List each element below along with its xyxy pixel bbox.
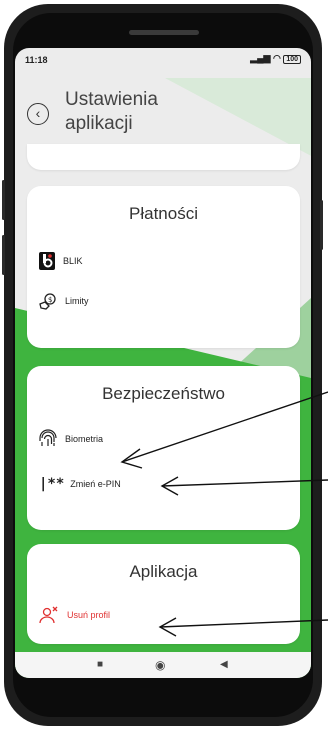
arrow-biometrics (121, 391, 328, 463)
arrow-change-epin (161, 479, 328, 487)
arrow-delete-profile (159, 619, 328, 628)
annotation-arrows (120, 391, 328, 637)
